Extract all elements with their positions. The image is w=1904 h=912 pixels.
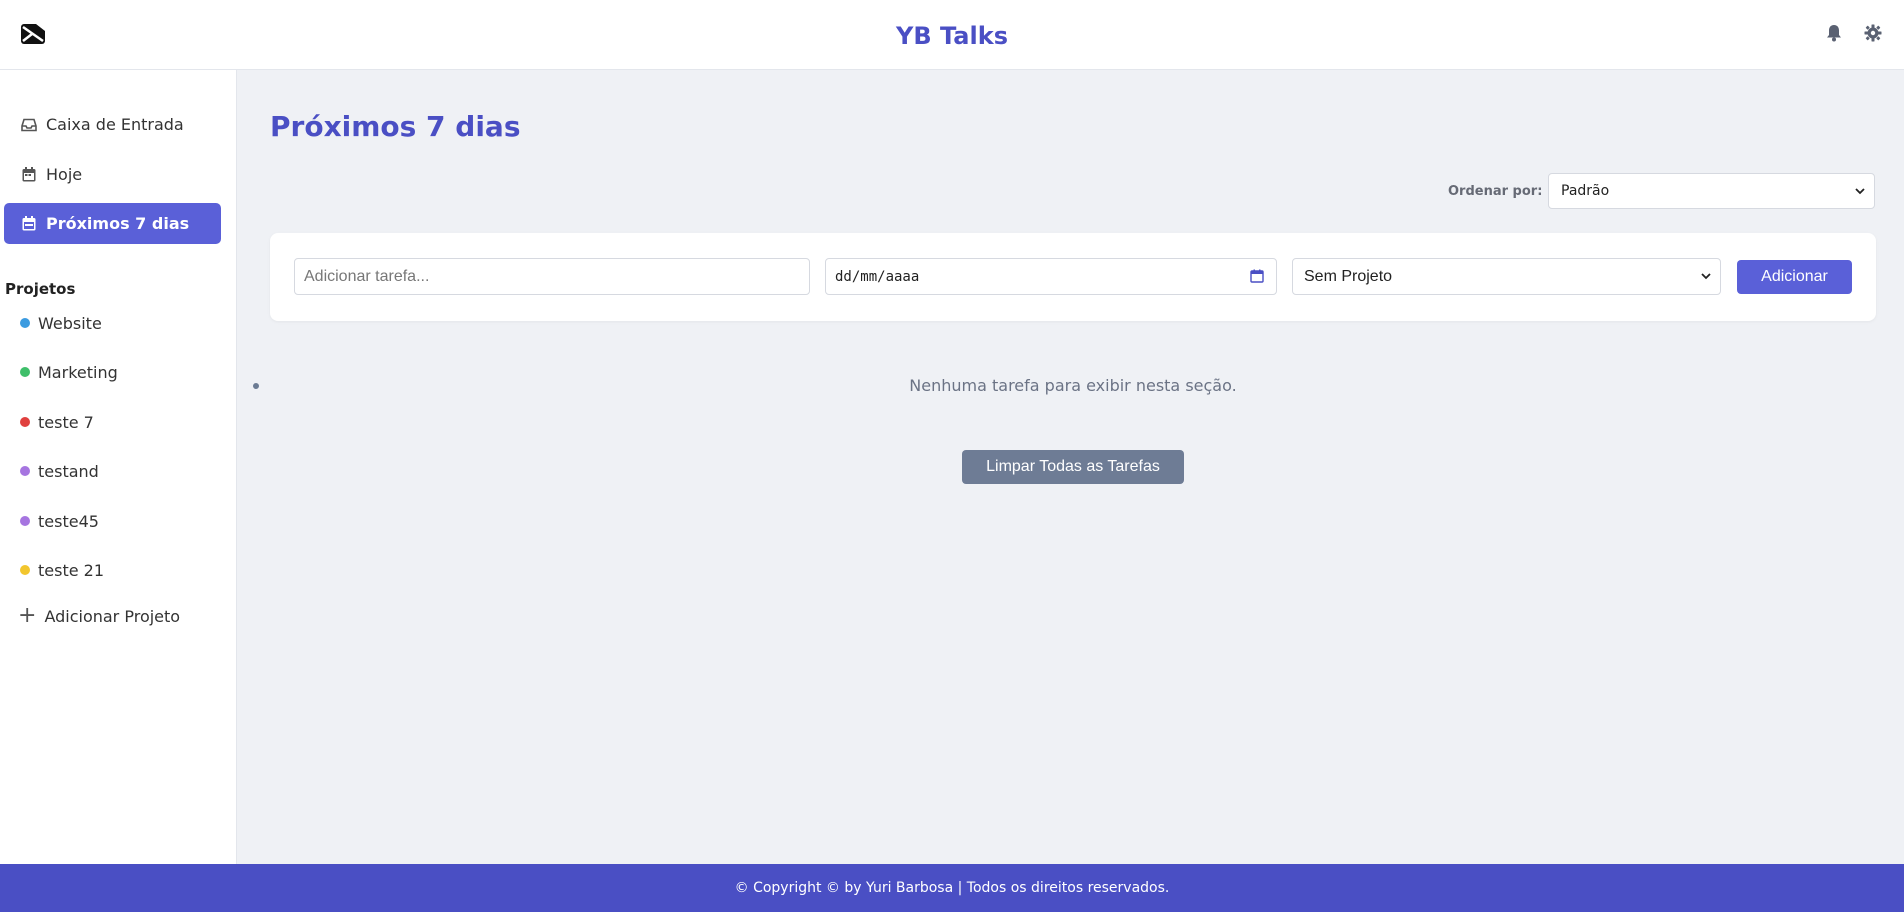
project-item-testand[interactable]: testand xyxy=(20,456,99,486)
calendar-picker-icon[interactable] xyxy=(1250,269,1264,283)
sidebar-item-label: Caixa de Entrada xyxy=(46,115,184,134)
sort-select-value: Padrão xyxy=(1561,183,1610,199)
project-item-marketing[interactable]: Marketing xyxy=(20,357,118,387)
page-title: Próximos 7 dias xyxy=(270,110,521,143)
project-item-teste-21[interactable]: teste 21 xyxy=(20,555,104,585)
bell-icon[interactable] xyxy=(1826,24,1842,42)
project-label: teste 21 xyxy=(38,560,105,580)
project-item-teste-7[interactable]: teste 7 xyxy=(20,407,94,437)
main-content: Próximos 7 dias Ordenar por: Padrão Adic… xyxy=(237,70,1904,864)
project-item-website[interactable]: Website xyxy=(20,308,102,338)
top-bar: YB Talks xyxy=(0,0,1904,70)
empty-state-message: Nenhuma tarefa para exibir nesta seção. xyxy=(909,376,1237,395)
project-label: teste45 xyxy=(38,511,99,531)
task-input[interactable]: Adicionar tarefa... xyxy=(294,258,810,295)
header-actions xyxy=(1826,24,1882,42)
sort-label: Ordenar por: xyxy=(1448,184,1543,199)
add-task-card: Adicionar tarefa... dd/mm/aaaa Sem Proje… xyxy=(270,233,1876,321)
project-color-dot xyxy=(20,516,30,526)
project-label: Website xyxy=(38,313,102,333)
project-color-dot xyxy=(20,565,30,575)
project-color-dot xyxy=(20,318,30,328)
list-bullet xyxy=(253,383,259,389)
calendar-week-icon xyxy=(20,215,38,233)
project-select[interactable]: Sem Projeto xyxy=(1292,258,1721,295)
chevron-down-icon xyxy=(1701,273,1711,280)
sidebar: Caixa de Entrada Hoje Próximos 7 dias Pr… xyxy=(0,70,237,864)
footer-copyright: © Copyright © by Yuri Barbosa | Todos os… xyxy=(734,880,1170,896)
calendar-icon xyxy=(20,166,38,184)
add-project-label: Adicionar Projeto xyxy=(44,606,181,626)
project-label: testand xyxy=(38,461,99,481)
project-color-dot xyxy=(20,417,30,427)
sidebar-item-label: Hoje xyxy=(46,165,83,184)
plus-icon: + xyxy=(18,603,37,628)
date-input-placeholder: dd/mm/aaaa xyxy=(835,268,920,285)
projects-heading: Projetos xyxy=(5,280,76,298)
project-label: teste 7 xyxy=(38,412,94,432)
sort-select[interactable]: Padrão xyxy=(1548,173,1875,209)
add-task-button[interactable]: Adicionar xyxy=(1737,260,1852,294)
chevron-down-icon xyxy=(1855,188,1865,195)
app-title: YB Talks xyxy=(896,22,1008,50)
project-color-dot xyxy=(20,466,30,476)
sidebar-item-inbox[interactable]: Caixa de Entrada xyxy=(4,104,221,145)
sidebar-item-today[interactable]: Hoje xyxy=(4,154,221,195)
project-select-value: Sem Projeto xyxy=(1304,267,1393,285)
add-project-button[interactable]: + Adicionar Projeto xyxy=(18,605,180,627)
project-item-teste45[interactable]: teste45 xyxy=(20,506,99,536)
project-color-dot xyxy=(20,367,30,377)
project-label: Marketing xyxy=(38,362,118,382)
inbox-icon xyxy=(20,116,38,134)
sidebar-item-next-7-days[interactable]: Próximos 7 dias xyxy=(4,203,221,244)
gear-icon[interactable] xyxy=(1864,24,1882,42)
date-input[interactable]: dd/mm/aaaa xyxy=(825,258,1277,295)
sidebar-item-label: Próximos 7 dias xyxy=(46,214,190,233)
clear-all-tasks-button[interactable]: Limpar Todas as Tarefas xyxy=(962,450,1184,484)
footer: © Copyright © by Yuri Barbosa | Todos os… xyxy=(0,864,1904,912)
